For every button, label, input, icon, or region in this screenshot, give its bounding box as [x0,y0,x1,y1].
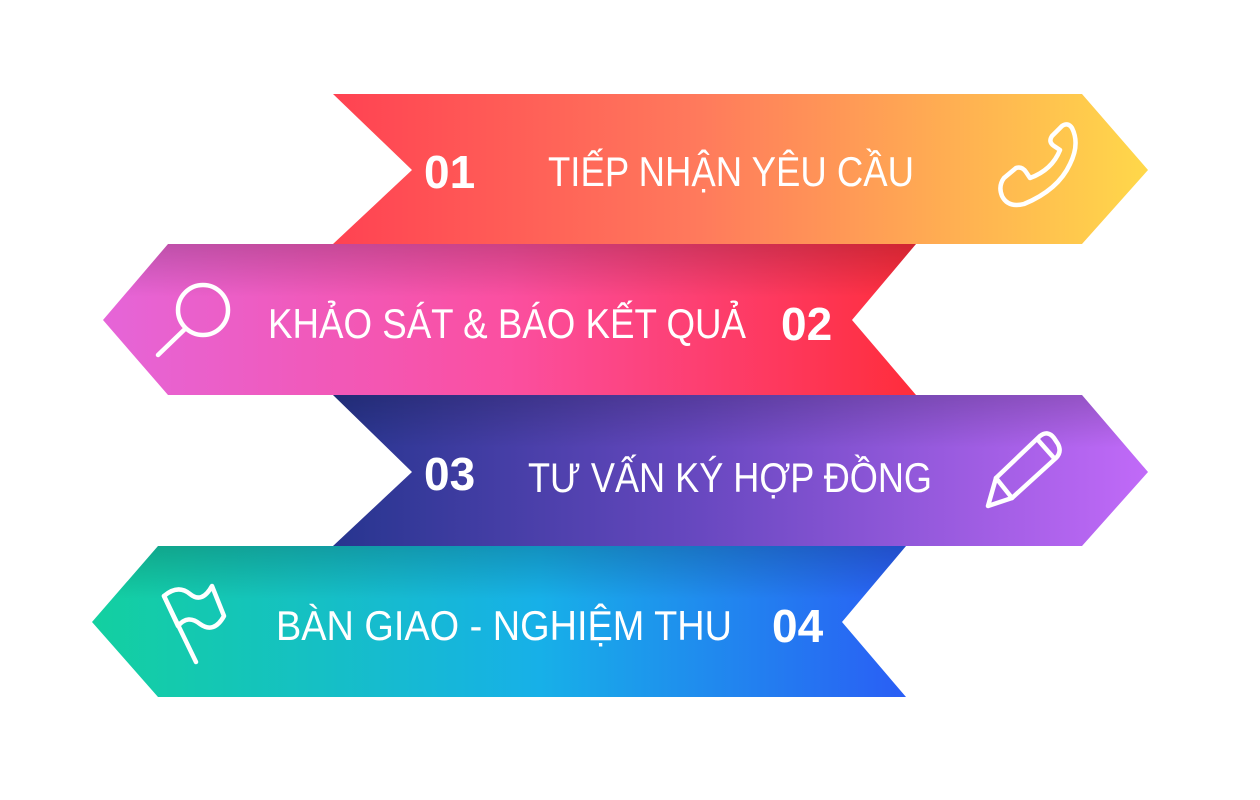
step-04-label: BÀN GIAO - NGHIỆM THU [276,602,732,649]
step-02-label: KHẢO SÁT & BÁO KẾT QUẢ [268,299,746,347]
step-02: KHẢO SÁT & BÁO KẾT QUẢ 02 [103,244,916,395]
step-04: BÀN GIAO - NGHIỆM THU 04 [92,546,906,697]
step-01-number: 01 [424,146,475,198]
step-01: 01 TIẾP NHẬN YÊU CẦU [333,94,1148,244]
process-steps-diagram: 01 TIẾP NHẬN YÊU CẦU KHẢO SÁT & BÁO KẾT … [92,94,1148,697]
step-03-label: TƯ VẤN KÝ HỢP ĐỒNG [528,453,932,501]
step-01-label: TIẾP NHẬN YÊU CẦU [548,148,914,195]
step-03-number: 03 [424,448,475,500]
step-02-number: 02 [781,298,832,350]
step-04-number: 04 [772,600,824,652]
step-03: 03 TƯ VẤN KÝ HỢP ĐỒNG [333,395,1148,546]
